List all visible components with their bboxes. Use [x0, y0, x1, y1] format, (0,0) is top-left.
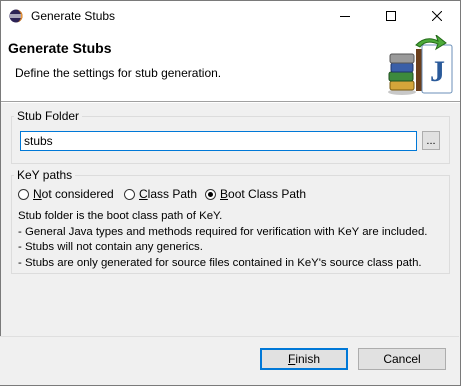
cancel-button[interactable]: Cancel: [358, 348, 446, 370]
radio-indicator: [124, 188, 135, 200]
stub-folder-label: Stub Folder: [14, 109, 83, 123]
finish-button[interactable]: Finish: [260, 348, 348, 370]
close-icon: [432, 11, 442, 21]
radio-indicator-selected: [205, 188, 216, 200]
minimize-icon: [340, 16, 350, 17]
key-paths-info: Stub folder is the boot class path of Ke…: [18, 209, 427, 271]
key-paths-label: KeY paths: [14, 168, 76, 182]
info-line: Stub folder is the boot class path of Ke…: [18, 210, 223, 222]
wizard-banner: Generate Stubs Define the settings for s…: [1, 31, 460, 102]
maximize-button[interactable]: [368, 1, 414, 31]
radio-label: Boot Class Path: [220, 187, 307, 201]
radio-class-path[interactable]: Class Path: [124, 187, 197, 201]
eclipse-icon: [9, 9, 23, 23]
radio-label: Not considered: [33, 187, 114, 201]
window-title: Generate Stubs: [31, 9, 116, 23]
stub-folder-input[interactable]: [20, 131, 417, 151]
radio-label: Class Path: [139, 187, 198, 201]
stub-generation-wizard-icon: J: [388, 35, 453, 95]
radio-indicator: [18, 188, 29, 200]
browse-button[interactable]: ...: [422, 131, 440, 150]
maximize-icon: [386, 11, 396, 21]
info-line: - Stubs are only generated for source fi…: [18, 256, 422, 269]
radio-boot-class-path[interactable]: Boot Class Path: [205, 187, 306, 201]
banner-title: Generate Stubs: [8, 40, 112, 56]
banner-description: Define the settings for stub generation.: [15, 66, 222, 80]
info-line: - Stubs will not contain any generics.: [18, 241, 203, 253]
svg-text:J: J: [430, 55, 445, 88]
info-line: - General Java types and methods require…: [18, 225, 428, 238]
minimize-button[interactable]: [322, 1, 368, 31]
banner-separator: [1, 102, 460, 103]
close-button[interactable]: [414, 1, 460, 31]
radio-not-considered[interactable]: Not considered: [18, 187, 114, 201]
title-bar[interactable]: Generate Stubs: [1, 1, 460, 31]
